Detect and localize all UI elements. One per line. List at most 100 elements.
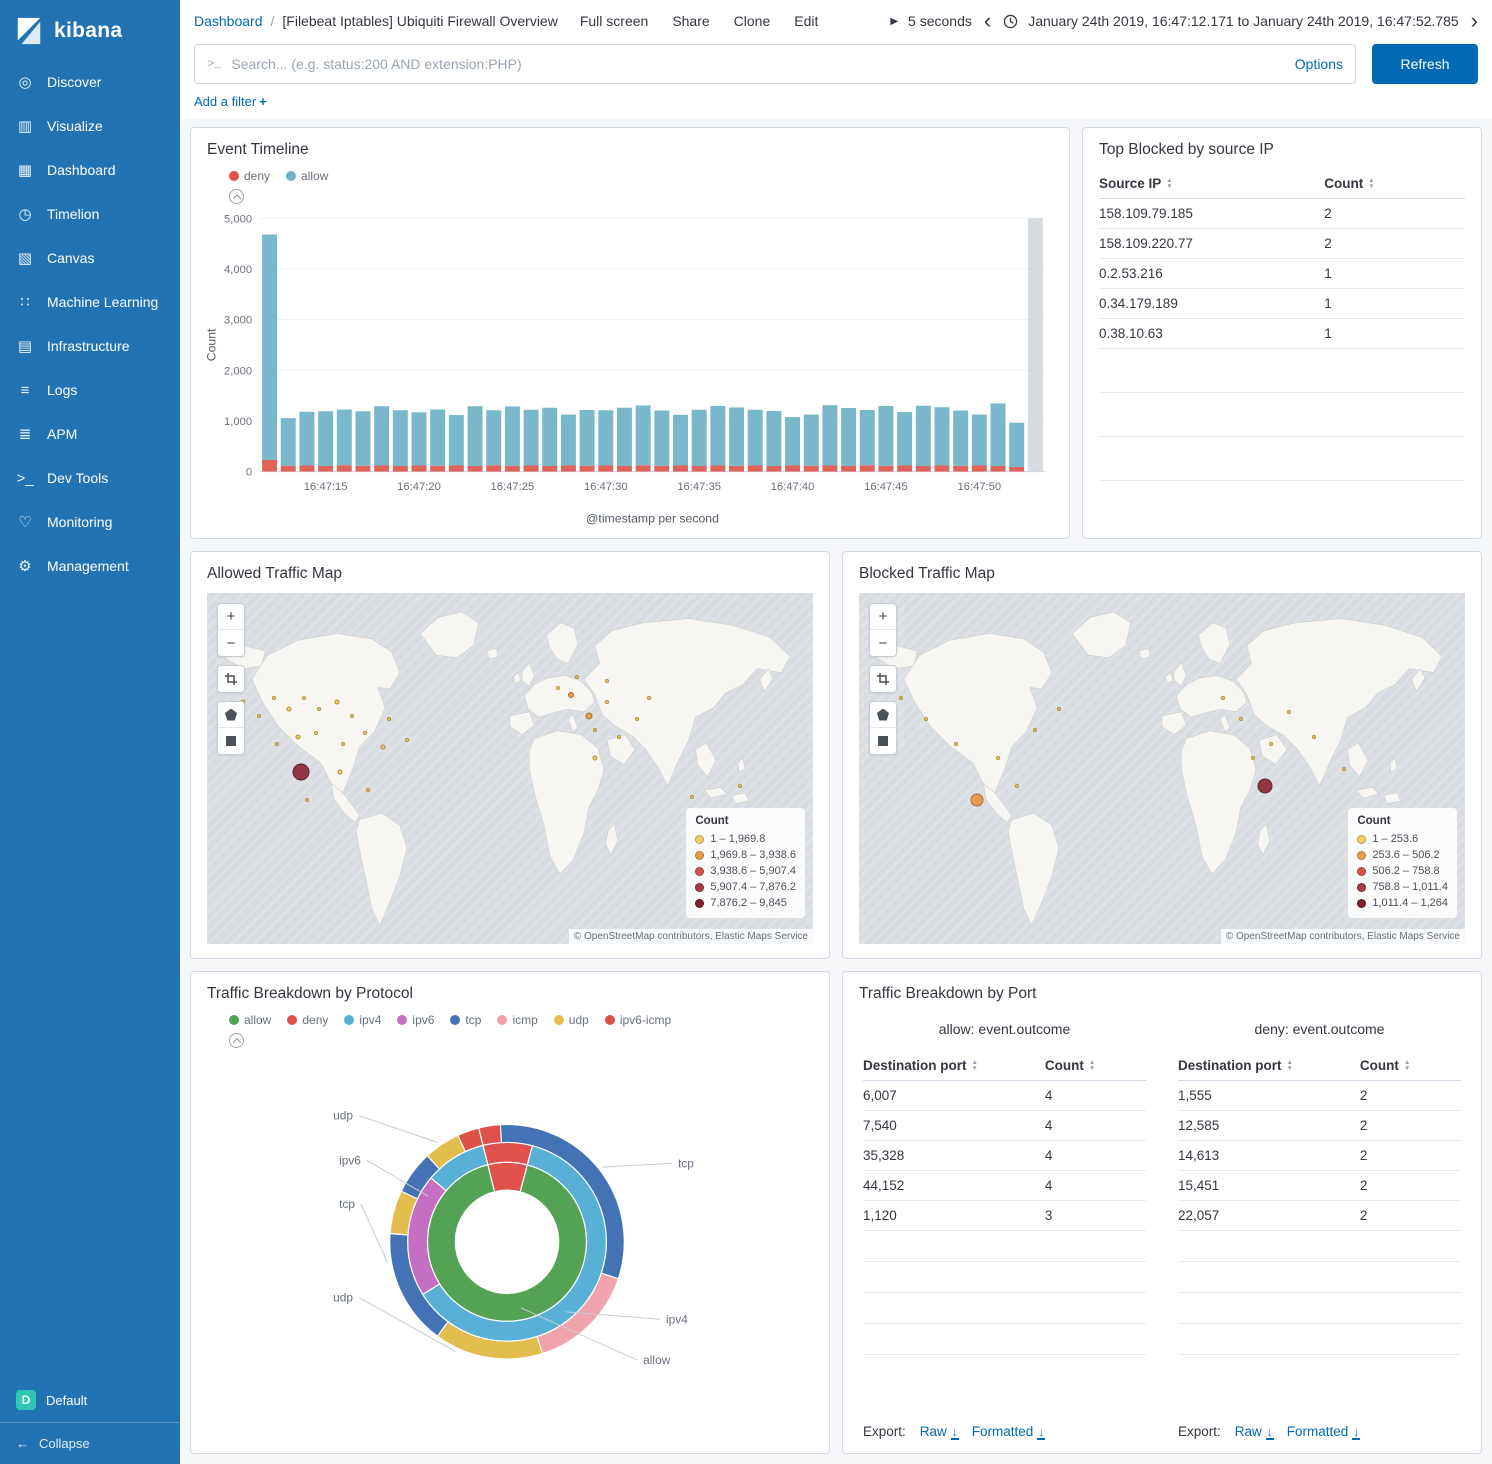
map-legend-item: 5,907.4 – 7,876.2 xyxy=(695,879,796,895)
event-timeline-chart[interactable]: 01,0002,0003,0004,0005,00016:47:1516:47:… xyxy=(201,206,1059,531)
sort-icon[interactable]: ▲▼ xyxy=(1089,1060,1095,1071)
collapse-arrow-icon: ← xyxy=(16,1436,29,1451)
column-header-count[interactable]: Count▲▼ xyxy=(1360,1058,1461,1073)
legend-item[interactable]: ipv6-icmp xyxy=(605,1013,671,1027)
timeline-bar-deny xyxy=(972,465,987,471)
kibana-logo[interactable]: kibana xyxy=(0,0,180,60)
legend-item[interactable]: allow xyxy=(229,1013,271,1027)
sidebar-item[interactable]: >_ Dev Tools xyxy=(0,456,180,500)
search-input[interactable] xyxy=(231,56,1284,72)
download-icon: ↓ xyxy=(1267,1426,1273,1438)
sidebar-item[interactable]: ◷ Timelion xyxy=(0,192,180,236)
export-formatted-link[interactable]: Formatted↓ xyxy=(972,1424,1045,1439)
legend-item[interactable]: deny xyxy=(287,1013,328,1027)
legend-item[interactable]: tcp xyxy=(450,1013,481,1027)
sidebar-item[interactable]: ◎ Discover xyxy=(0,60,180,104)
options-link[interactable]: Options xyxy=(1295,56,1343,72)
zoom-in-button[interactable]: + xyxy=(218,604,244,630)
allowed-traffic-map[interactable]: + − xyxy=(207,593,813,944)
sidebar-item[interactable]: ≣ APM xyxy=(0,412,180,456)
blocked-traffic-map[interactable]: + − xyxy=(859,593,1465,944)
draw-polygon-button[interactable] xyxy=(870,702,896,728)
play-icon[interactable]: ▶ xyxy=(890,16,898,27)
timeline-bar-deny xyxy=(710,465,725,471)
time-back-icon[interactable]: ‹ xyxy=(982,10,993,32)
column-header-count[interactable]: Count▲▼ xyxy=(1324,176,1465,191)
top-menu-item[interactable]: Clone xyxy=(734,13,771,29)
timeline-bar-deny xyxy=(412,465,427,471)
management-icon: ⚙ xyxy=(16,557,34,575)
legend-item[interactable]: udp xyxy=(554,1013,589,1027)
column-header-destination-port[interactable]: Destination port▲▼ xyxy=(1178,1058,1360,1073)
export-raw-link[interactable]: Raw↓ xyxy=(1235,1424,1273,1439)
space-switcher[interactable]: D Default xyxy=(0,1378,180,1422)
legend-item[interactable]: ipv6 xyxy=(397,1013,434,1027)
port-cell: 15,451 xyxy=(1178,1178,1360,1193)
breadcrumb-dashboard[interactable]: Dashboard xyxy=(194,13,263,29)
donut-callout-label: ipv6 xyxy=(339,1153,361,1167)
map-data-point xyxy=(350,714,354,718)
sort-icon[interactable]: ▲▼ xyxy=(972,1060,978,1071)
fit-data-bounds-button[interactable] xyxy=(870,666,896,692)
timeline-bar-allow xyxy=(804,415,819,466)
rectangle-icon xyxy=(878,736,888,746)
refresh-interval[interactable]: 5 seconds xyxy=(908,13,972,29)
draw-polygon-button[interactable] xyxy=(218,702,244,728)
sort-icon[interactable]: ▲▼ xyxy=(1404,1060,1410,1071)
draw-rectangle-button[interactable] xyxy=(870,728,896,754)
source-ip-cell: 158.109.220.77 xyxy=(1099,236,1324,251)
sidebar-item[interactable]: ▧ Canvas xyxy=(0,236,180,280)
sidebar-item[interactable]: ♡ Monitoring xyxy=(0,500,180,544)
legend-collapse-icon[interactable] xyxy=(229,1033,244,1048)
time-forward-icon[interactable]: › xyxy=(1469,10,1480,32)
sort-icon[interactable]: ▲▼ xyxy=(1166,178,1172,189)
map-data-point xyxy=(690,795,694,799)
source-ip-cell: 0.34.179.189 xyxy=(1099,296,1324,311)
column-header-destination-port[interactable]: Destination port▲▼ xyxy=(863,1058,1045,1073)
sidebar-item[interactable]: ∷ Machine Learning xyxy=(0,280,180,324)
panel-title: Traffic Breakdown by Port xyxy=(843,972,1481,1009)
legend-collapse-icon[interactable] xyxy=(229,189,244,204)
legend-item[interactable]: deny xyxy=(229,169,270,183)
timeline-bar-deny xyxy=(692,466,707,472)
sort-icon[interactable]: ▲▼ xyxy=(1287,1060,1293,1071)
column-header-source-ip[interactable]: Source IP▲▼ xyxy=(1099,176,1324,191)
column-header-count[interactable]: Count▲▼ xyxy=(1045,1058,1146,1073)
top-blocked-table: Source IP▲▼ Count▲▼ 158.109.79.185 2 158… xyxy=(1083,165,1481,538)
table-row: 0.34.179.189 1 xyxy=(1099,289,1465,319)
search-bar[interactable]: >_ Options xyxy=(194,44,1356,84)
timeline-bar-deny xyxy=(991,466,1006,472)
map-data-point xyxy=(366,788,370,792)
export-formatted-link[interactable]: Formatted↓ xyxy=(1287,1424,1360,1439)
top-menu-item[interactable]: Edit xyxy=(794,13,818,29)
zoom-out-button[interactable]: − xyxy=(870,630,896,656)
legend-item[interactable]: icmp xyxy=(497,1013,537,1027)
sidebar-item[interactable]: ⚙ Management xyxy=(0,544,180,588)
legend-item[interactable]: ipv4 xyxy=(344,1013,381,1027)
fit-data-bounds-button[interactable] xyxy=(218,666,244,692)
map-legend-item: 7,876.2 – 9,845 xyxy=(695,895,796,911)
sidebar-item[interactable]: ▤ Infrastructure xyxy=(0,324,180,368)
export-raw-link[interactable]: Raw↓ xyxy=(920,1424,958,1439)
time-range[interactable]: January 24th 2019, 16:47:12.171 to Janua… xyxy=(1028,13,1458,29)
sidebar-item[interactable]: ▥ Visualize xyxy=(0,104,180,148)
top-menu-item[interactable]: Full screen xyxy=(580,13,648,29)
draw-rectangle-button[interactable] xyxy=(218,728,244,754)
top-menu-item[interactable]: Share xyxy=(672,13,709,29)
legend-label: ipv6 xyxy=(412,1013,434,1027)
zoom-in-button[interactable]: + xyxy=(870,604,896,630)
legend-item[interactable]: allow xyxy=(286,169,328,183)
map-data-point xyxy=(387,717,391,721)
add-filter-link[interactable]: Add a filter+ xyxy=(194,94,267,109)
count-cell: 4 xyxy=(1045,1118,1146,1133)
legend-color-dot xyxy=(695,867,704,876)
sort-icon[interactable]: ▲▼ xyxy=(1368,178,1374,189)
sidebar-item[interactable]: ▦ Dashboard xyxy=(0,148,180,192)
sidebar-item[interactable]: ≡ Logs xyxy=(0,368,180,412)
collapse-button[interactable]: ← Collapse xyxy=(0,1422,180,1464)
polygon-icon xyxy=(877,709,889,721)
refresh-button[interactable]: Refresh xyxy=(1372,44,1478,84)
timeline-bar-deny xyxy=(430,466,445,472)
zoom-out-button[interactable]: − xyxy=(218,630,244,656)
protocol-donut-chart[interactable]: udpipv6tcpudptcpipv4allow xyxy=(191,1050,829,1428)
